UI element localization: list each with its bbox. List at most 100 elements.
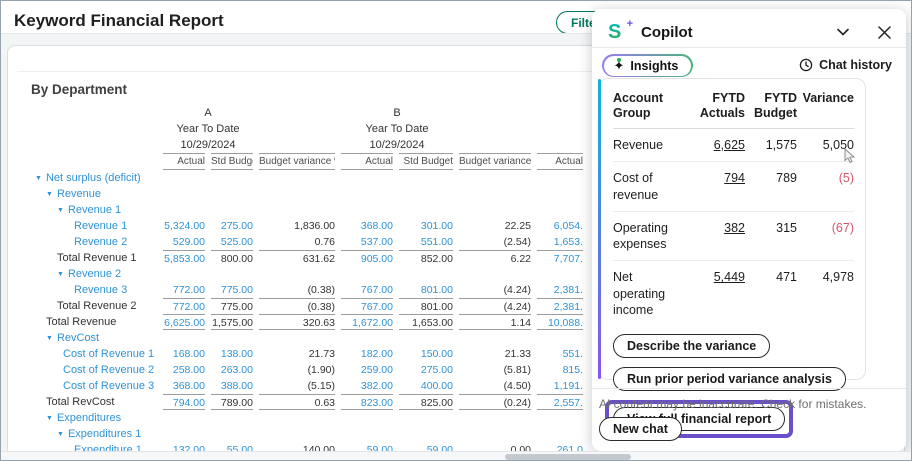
report-value-cell[interactable]: 275.00	[211, 218, 253, 234]
report-value-cell[interactable]: 182.00	[341, 346, 393, 362]
expand-collapse-icon[interactable]: ▼	[57, 427, 64, 442]
report-value-cell[interactable]: 6,054.	[537, 218, 583, 234]
report-value-cell[interactable]: 301.00	[399, 218, 453, 234]
actuals-drilldown-link[interactable]: 6,625	[714, 138, 745, 152]
report-value-cell[interactable]: 259.00	[341, 362, 393, 378]
report-value-cell[interactable]: 775.00	[211, 282, 253, 298]
report-value-cell[interactable]: 2,381.	[537, 282, 583, 298]
report-value-cell[interactable]: 5,853.00	[163, 250, 205, 266]
report-value-cell[interactable]: 10,088.	[537, 314, 583, 330]
report-value-cell[interactable]: 801.00	[399, 282, 453, 298]
report-value-cell[interactable]: 275.00	[399, 362, 453, 378]
report-value-cell	[399, 426, 453, 442]
report-row-label[interactable]: Cost of Revenue 3	[17, 378, 157, 394]
report-row-label[interactable]: ▼Expenditures 1	[17, 426, 157, 442]
report-row-label[interactable]: Cost of Revenue 1	[17, 346, 157, 362]
section-title: By Department	[31, 82, 127, 97]
report-value-cell[interactable]: 905.00	[341, 250, 393, 266]
report-value-cell[interactable]: 150.00	[399, 346, 453, 362]
report-row-label[interactable]: ▼Revenue	[17, 186, 157, 202]
report-value-cell[interactable]: 7,707.	[537, 250, 583, 266]
copilot-row-actuals[interactable]: 5,449	[685, 261, 745, 326]
report-value-cell[interactable]: 1,653.	[537, 234, 583, 250]
report-value-cell[interactable]: 400.00	[399, 378, 453, 394]
report-value-cell[interactable]: 767.00	[341, 298, 393, 314]
report-value-cell[interactable]: 823.00	[341, 394, 393, 410]
report-value-cell[interactable]: 138.00	[211, 346, 253, 362]
report-value-cell	[341, 330, 393, 346]
report-value-cell[interactable]: 388.00	[211, 378, 253, 394]
report-value-cell[interactable]: 5,324.00	[163, 218, 205, 234]
close-panel-button[interactable]	[875, 23, 894, 42]
report-value-cell	[259, 170, 335, 186]
expand-collapse-icon[interactable]: ▼	[46, 331, 53, 346]
report-value-cell: (4.50)	[459, 378, 531, 394]
report-row-label[interactable]: ▼Revenue 2	[17, 266, 157, 282]
report-value-cell[interactable]: 2,381.	[537, 298, 583, 314]
report-value-cell[interactable]: 551.00	[399, 234, 453, 250]
report-value-cell[interactable]: 6,625.00	[163, 314, 205, 330]
horizontal-scrollbar-thumb[interactable]	[505, 454, 631, 460]
copilot-row-account-group: Cost of revenue	[613, 162, 685, 211]
copilot-row-actuals[interactable]: 382	[685, 212, 745, 261]
expand-collapse-icon[interactable]: ▼	[57, 203, 64, 218]
report-value-cell[interactable]: 2,557.	[537, 394, 583, 410]
copilot-row-actuals[interactable]: 6,625	[685, 129, 745, 161]
copilot-row-actuals[interactable]: 794	[685, 162, 745, 211]
report-value-cell[interactable]: 529.00	[163, 234, 205, 250]
expand-collapse-icon[interactable]: ▼	[35, 171, 42, 186]
report-value-cell[interactable]: 537.00	[341, 234, 393, 250]
report-row-label[interactable]: Revenue 1	[17, 218, 157, 234]
report-value-cell[interactable]: 1,191.	[537, 378, 583, 394]
column-group-a-date: 10/29/2024	[163, 137, 253, 153]
report-value-cell[interactable]: 767.00	[341, 282, 393, 298]
report-row-label[interactable]: Cost of Revenue 2	[17, 362, 157, 378]
report-value-cell[interactable]: 815.	[537, 362, 583, 378]
report-value-cell[interactable]: 1,672.00	[341, 314, 393, 330]
report-row-label[interactable]: ▼Expenditures	[17, 410, 157, 426]
report-row-label[interactable]: ▼RevCost	[17, 330, 157, 346]
expand-collapse-icon[interactable]: ▼	[46, 187, 53, 202]
report-value-cell[interactable]: 794.00	[163, 394, 205, 410]
report-value-cell[interactable]: 525.00	[211, 234, 253, 250]
column-group-b-name: B	[341, 105, 453, 121]
report-value-cell[interactable]: 772.00	[163, 298, 205, 314]
copilot-panel: S+ Copilot ✦ Insights Chat history Accou…	[592, 9, 906, 451]
report-row-label[interactable]: ▼Revenue 1	[17, 202, 157, 218]
column-header-actual: Actual	[537, 153, 583, 170]
report-value-cell: (5.15)	[259, 378, 335, 394]
report-value-cell[interactable]: 168.00	[163, 346, 205, 362]
report-value-cell[interactable]: 382.00	[341, 378, 393, 394]
report-value-cell	[459, 170, 531, 186]
collapse-panel-button[interactable]	[833, 22, 853, 42]
action-describe-the-variance[interactable]: Describe the variance	[613, 334, 770, 358]
row-label-spacer	[17, 105, 157, 121]
actuals-drilldown-link[interactable]: 794	[724, 171, 745, 185]
report-value-cell[interactable]: 368.00	[341, 218, 393, 234]
report-row-label[interactable]: Revenue 3	[17, 282, 157, 298]
report-value-cell	[459, 330, 531, 346]
report-value-cell	[459, 410, 531, 426]
report-value-cell	[163, 410, 205, 426]
actuals-drilldown-link[interactable]: 5,449	[714, 270, 745, 284]
expand-collapse-icon[interactable]: ▼	[57, 267, 64, 282]
column-group-b-period: Year To Date	[341, 121, 453, 137]
insights-tab[interactable]: ✦ Insights	[604, 56, 692, 76]
copilot-row-budget: 315	[745, 212, 797, 261]
actuals-drilldown-link[interactable]: 382	[724, 221, 745, 235]
copilot-header-account-group: Account Group	[613, 87, 685, 128]
new-chat-button[interactable]: New chat	[599, 417, 682, 441]
page-title: Keyword Financial Report	[14, 11, 224, 31]
report-value-cell[interactable]: 368.00	[163, 378, 205, 394]
report-row-label[interactable]: ▼Net surplus (deficit)	[17, 170, 157, 186]
report-value-cell[interactable]: 772.00	[163, 282, 205, 298]
report-value-cell[interactable]: 551.	[537, 346, 583, 362]
report-value-cell	[399, 266, 453, 282]
report-row-label[interactable]: Revenue 2	[17, 234, 157, 250]
chat-history-button[interactable]: Chat history	[799, 58, 892, 72]
expand-collapse-icon[interactable]: ▼	[46, 411, 53, 426]
report-value-cell[interactable]: 263.00	[211, 362, 253, 378]
report-value-cell[interactable]: 258.00	[163, 362, 205, 378]
clock-icon	[799, 58, 813, 72]
financial-report-table: ABYear To DateYear To Date10/29/202410/2…	[17, 105, 583, 458]
